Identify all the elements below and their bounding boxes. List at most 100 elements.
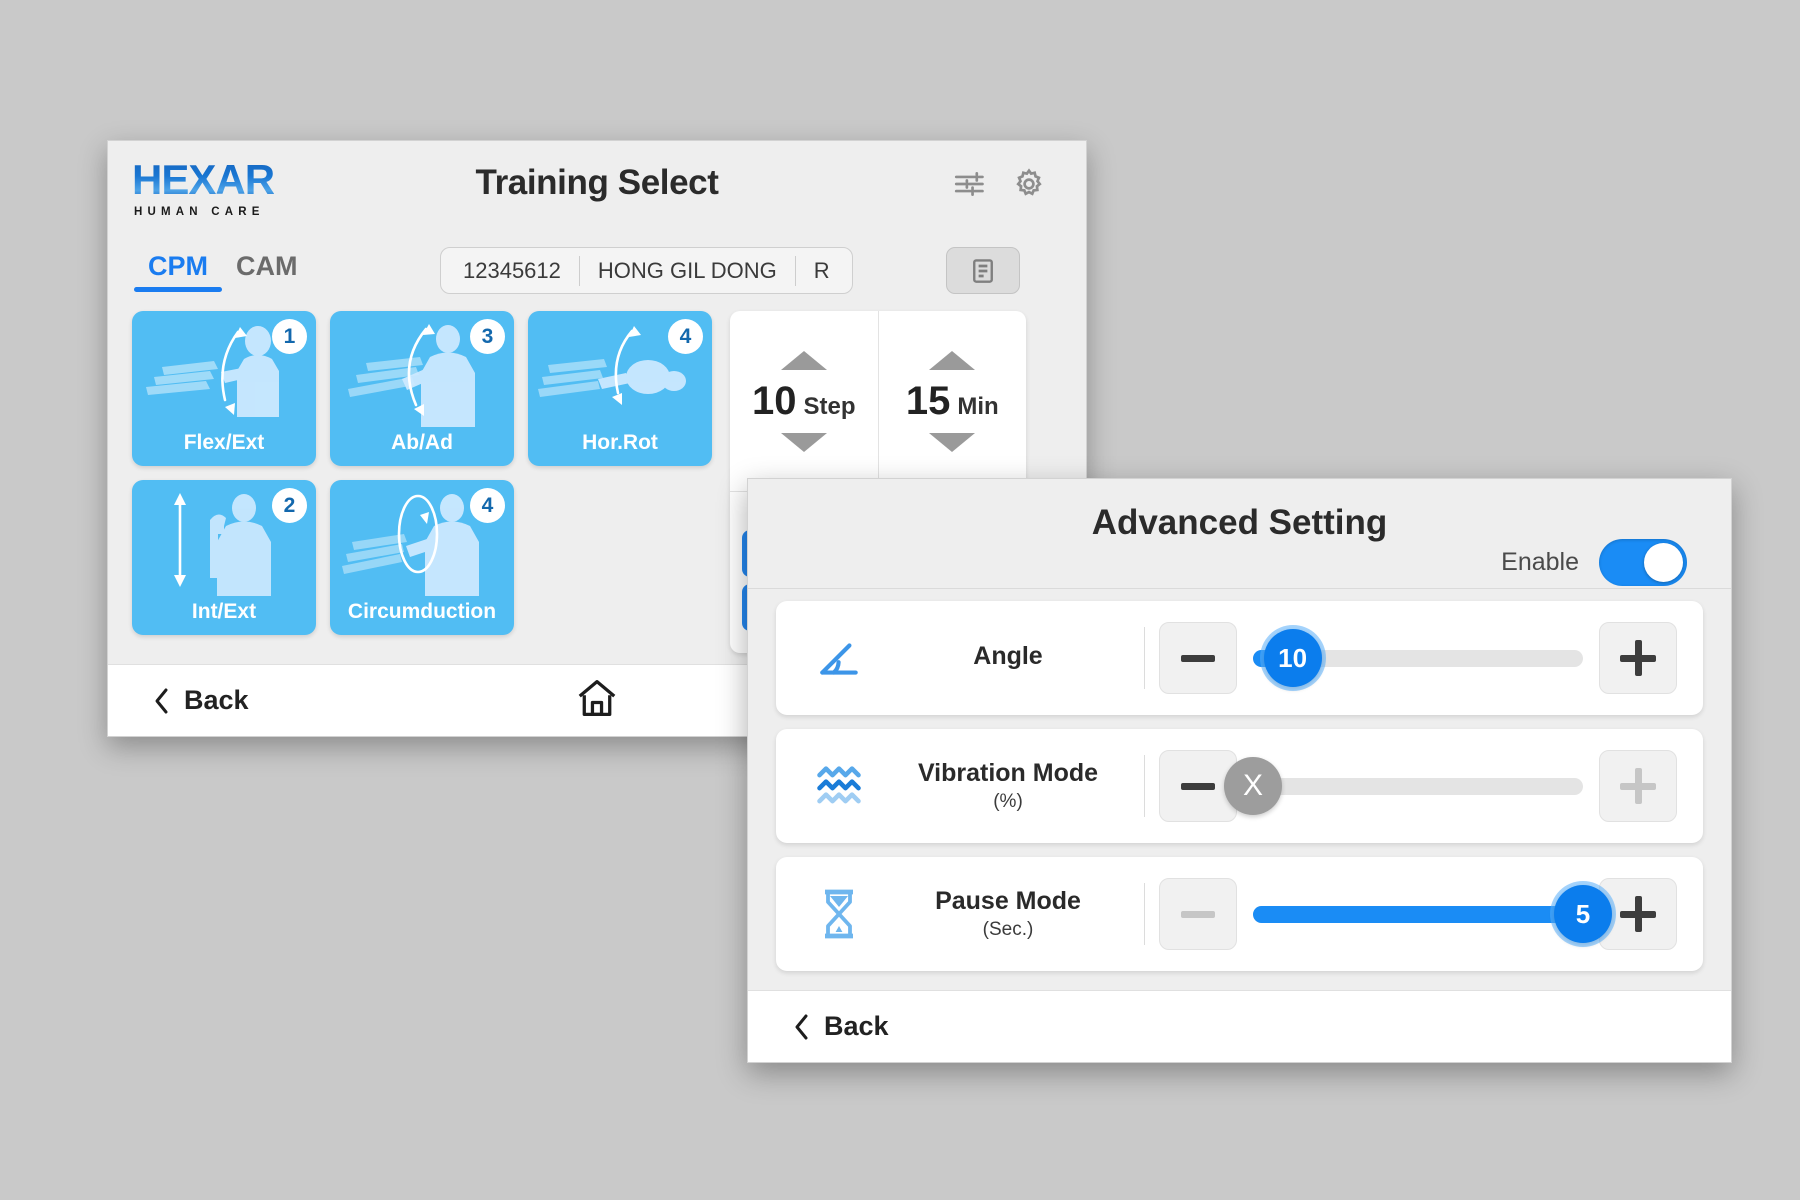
pause-slider-thumb[interactable]: 5: [1554, 885, 1612, 943]
back-button[interactable]: Back: [154, 685, 249, 716]
step-stepper: 10 Step: [730, 311, 878, 491]
step-increase-button[interactable]: [780, 350, 827, 370]
pause-controls: 5: [1159, 878, 1677, 950]
back-label: Back: [184, 685, 249, 715]
mode-tabs: CPM CAM: [134, 249, 312, 292]
patient-id: 12345612: [463, 257, 561, 283]
patient-name: HONG GIL DONG: [597, 257, 777, 283]
triangle-up-icon: [780, 350, 827, 370]
hourglass-icon: [806, 888, 872, 940]
enable-toggle[interactable]: [1599, 539, 1687, 586]
step-value-group: 10 Step: [752, 379, 856, 424]
pause-minus-button[interactable]: [1159, 878, 1237, 950]
gear-icon[interactable]: [1012, 167, 1046, 201]
setting-rows: Angle 10 Vibration Mode (%) X Pause Mode…: [748, 589, 1731, 990]
toggle-knob: [1644, 543, 1683, 582]
angle-label-box: Angle: [872, 642, 1144, 674]
exercise-card-flex-ext[interactable]: 1 Flex/Ext: [132, 311, 316, 466]
pause-slider[interactable]: 5: [1253, 884, 1612, 944]
angle-minus-button[interactable]: [1159, 622, 1237, 694]
stepper-group: 10 Step 15 Min: [730, 311, 1026, 491]
exercise-label: Hor.Rot: [582, 431, 658, 454]
tune-icon[interactable]: [952, 167, 986, 201]
vibration-controls: X: [1159, 750, 1677, 822]
patient-report-button[interactable]: [946, 247, 1020, 294]
header-icon-group: [952, 167, 1046, 201]
triangle-down-icon: [780, 432, 827, 452]
advanced-setting-window: Advanced Setting Enable Angle 10 Vibrati…: [747, 478, 1732, 1063]
exercise-card-ab-ad[interactable]: 3 Ab/Ad: [330, 311, 514, 466]
tab-cpm[interactable]: CPM: [134, 249, 222, 292]
enable-control: Enable: [1501, 539, 1687, 586]
minus-icon: [1181, 910, 1215, 918]
min-stepper: 15 Min: [877, 311, 1027, 491]
chevron-left-icon: [795, 1014, 808, 1039]
page-title: Training Select: [475, 163, 719, 202]
triangle-down-icon: [929, 432, 976, 452]
pause-label-box: Pause Mode (Sec.): [872, 887, 1144, 941]
tab-cam[interactable]: CAM: [222, 249, 312, 292]
angle-slider[interactable]: 10: [1253, 628, 1583, 688]
slider-track: [1253, 777, 1583, 795]
setting-row-vibration: Vibration Mode (%) X: [776, 729, 1703, 843]
min-value-group: 15 Min: [906, 379, 999, 424]
exercise-label: Flex/Ext: [183, 431, 265, 454]
min-increase-button[interactable]: [929, 350, 976, 370]
exercise-row-2: 2 Int/Ext 4 Circumduction: [132, 480, 720, 635]
vibration-waves-icon: [806, 760, 872, 812]
advanced-title: Advanced Setting: [1091, 503, 1388, 542]
pause-label: Pause Mode: [935, 887, 1081, 915]
plus-icon: [1620, 768, 1656, 804]
vibration-slider[interactable]: X: [1224, 756, 1583, 816]
advanced-back-button[interactable]: Back: [794, 1011, 889, 1042]
divider: [1144, 883, 1145, 945]
exercise-card-circumduction[interactable]: 4 Circumduction: [330, 480, 514, 635]
advanced-back-label: Back: [824, 1011, 889, 1041]
exercise-card-int-ext[interactable]: 2 Int/Ext: [132, 480, 316, 635]
exercise-card-hor-rot[interactable]: 4 Hor.Rot: [528, 311, 712, 466]
training-subbar: CPM CAM 12345612 HONG GIL DONG R: [108, 247, 1086, 311]
slider-fill: [1253, 905, 1583, 923]
patient-side: R: [813, 257, 830, 283]
min-value: 15: [905, 378, 951, 423]
advanced-footer: Back: [748, 990, 1731, 1062]
triangle-up-icon: [929, 350, 976, 370]
vibration-label: Vibration Mode: [917, 759, 1099, 787]
minus-icon: [1181, 654, 1215, 662]
angle-icon: [806, 633, 872, 683]
setting-row-angle: Angle 10: [776, 601, 1703, 715]
exercise-number: 4: [668, 319, 703, 354]
enable-label: Enable: [1501, 548, 1579, 576]
divider: [1144, 627, 1145, 689]
exercise-number: 4: [470, 488, 505, 523]
exercise-number: 1: [272, 319, 307, 354]
vibration-slider-thumb[interactable]: X: [1224, 757, 1282, 815]
vibration-unit: (%): [993, 791, 1023, 812]
home-button[interactable]: [575, 678, 619, 723]
chevron-left-icon: [155, 688, 168, 713]
exercise-row-1: 1 Flex/Ext 3 Ab/Ad 4 Hor.Rot: [132, 311, 720, 466]
angle-plus-button[interactable]: [1599, 622, 1677, 694]
vibration-plus-button[interactable]: [1599, 750, 1677, 822]
pause-unit: (Sec.): [982, 919, 1034, 940]
advanced-header: Advanced Setting Enable: [748, 479, 1731, 589]
screen: HEXAR HUMAN CARE Training Select CPM CAM…: [0, 0, 1800, 1200]
minus-icon: [1181, 782, 1215, 790]
angle-label: Angle: [973, 642, 1043, 670]
step-decrease-button[interactable]: [780, 432, 827, 452]
min-decrease-button[interactable]: [929, 432, 976, 452]
angle-slider-thumb[interactable]: 10: [1263, 629, 1322, 687]
exercise-card-grid: 1 Flex/Ext 3 Ab/Ad 4 Hor.Rot 2 Int/Ext 4…: [132, 311, 720, 664]
angle-controls: 10: [1159, 622, 1677, 694]
patient-info-bar[interactable]: 12345612 HONG GIL DONG R: [440, 247, 853, 294]
exercise-number: 2: [272, 488, 307, 523]
step-value: 10: [751, 378, 797, 423]
logo-tagline: HUMAN CARE: [134, 206, 265, 218]
exercise-number: 3: [470, 319, 505, 354]
divider: [1144, 755, 1145, 817]
exercise-label: Ab/Ad: [391, 431, 453, 454]
document-icon: [973, 258, 993, 283]
plus-icon: [1620, 896, 1656, 932]
min-unit: Min: [957, 392, 999, 420]
vibration-label-box: Vibration Mode (%): [872, 759, 1144, 813]
